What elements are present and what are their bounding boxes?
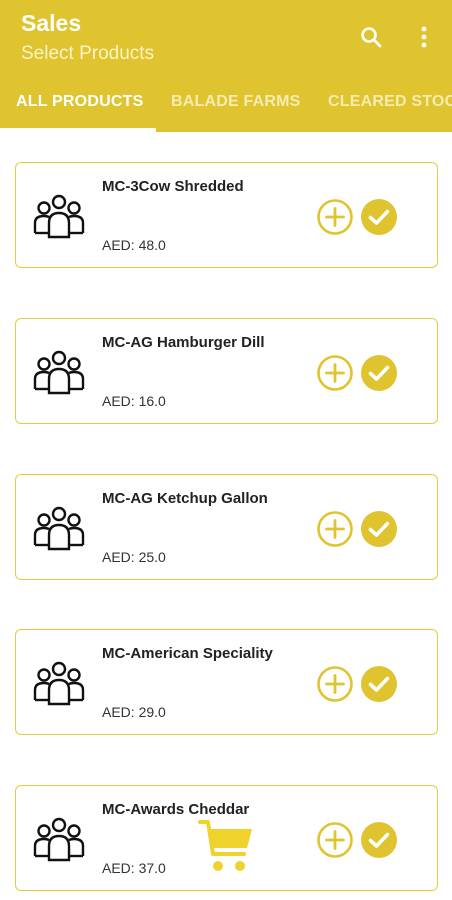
product-name: MC-AG Hamburger Dill <box>102 334 265 351</box>
more-vertical-icon <box>421 26 427 48</box>
page-subtitle: Select Products <box>21 43 155 64</box>
add-product-button[interactable] <box>316 354 354 392</box>
group-icon <box>33 350 85 395</box>
group-icon <box>33 506 85 551</box>
add-product-button[interactable] <box>316 510 354 548</box>
add-circle-icon <box>317 666 353 702</box>
product-name: MC-American Speciality <box>102 645 273 662</box>
add-circle-icon <box>317 199 353 235</box>
product-icon <box>32 349 86 395</box>
tab-all-products[interactable]: ALL PRODUCTS <box>16 80 143 132</box>
check-circle-icon <box>361 355 397 391</box>
search-button[interactable] <box>356 22 386 52</box>
check-circle-icon <box>361 511 397 547</box>
search-icon <box>361 27 382 48</box>
group-icon <box>33 817 85 862</box>
more-options-button[interactable] <box>410 22 438 52</box>
product-price: AED: 48.0 <box>102 237 166 253</box>
product-icon <box>32 193 86 239</box>
product-card[interactable]: MC-AG Hamburger Dill AED: 16.0 <box>15 318 438 424</box>
product-icon <box>32 660 86 706</box>
check-circle-icon <box>361 822 397 858</box>
product-card[interactable]: MC-American Speciality AED: 29.0 <box>15 629 438 735</box>
page-title: Sales <box>21 10 82 36</box>
select-product-button[interactable] <box>360 665 398 703</box>
select-product-button[interactable] <box>360 198 398 236</box>
check-circle-icon <box>361 199 397 235</box>
product-card[interactable]: MC-AG Ketchup Gallon AED: 25.0 <box>15 474 438 580</box>
select-product-button[interactable] <box>360 821 398 859</box>
select-product-button[interactable] <box>360 354 398 392</box>
add-product-button[interactable] <box>316 665 354 703</box>
add-circle-icon <box>317 822 353 858</box>
cart-icon <box>198 820 252 871</box>
group-icon <box>33 194 85 239</box>
add-circle-icon <box>317 511 353 547</box>
product-card[interactable]: MC-3Cow Shredded AED: 48.0 <box>15 162 438 268</box>
product-icon <box>32 505 86 551</box>
tab-cleared-stock[interactable]: CLEARED STOC <box>328 80 452 132</box>
check-circle-icon <box>361 666 397 702</box>
product-price: AED: 16.0 <box>102 393 166 409</box>
product-price: AED: 29.0 <box>102 704 166 720</box>
group-icon <box>33 661 85 706</box>
add-circle-icon <box>317 355 353 391</box>
add-product-button[interactable] <box>316 821 354 859</box>
product-price: AED: 25.0 <box>102 549 166 565</box>
cart-button[interactable] <box>196 816 256 876</box>
product-name: MC-AG Ketchup Gallon <box>102 490 268 507</box>
tab-bar: ALL PRODUCTS BALADE FARMS CLEARED STOC <box>0 80 452 132</box>
app-bar: Sales Select Products ALL PRODUCTS BALAD… <box>0 0 452 132</box>
tab-balade-farms[interactable]: BALADE FARMS <box>171 80 301 132</box>
select-product-button[interactable] <box>360 510 398 548</box>
add-product-button[interactable] <box>316 198 354 236</box>
product-icon <box>32 816 86 862</box>
active-tab-indicator <box>0 128 156 132</box>
product-price: AED: 37.0 <box>102 860 166 876</box>
product-name: MC-3Cow Shredded <box>102 178 244 195</box>
